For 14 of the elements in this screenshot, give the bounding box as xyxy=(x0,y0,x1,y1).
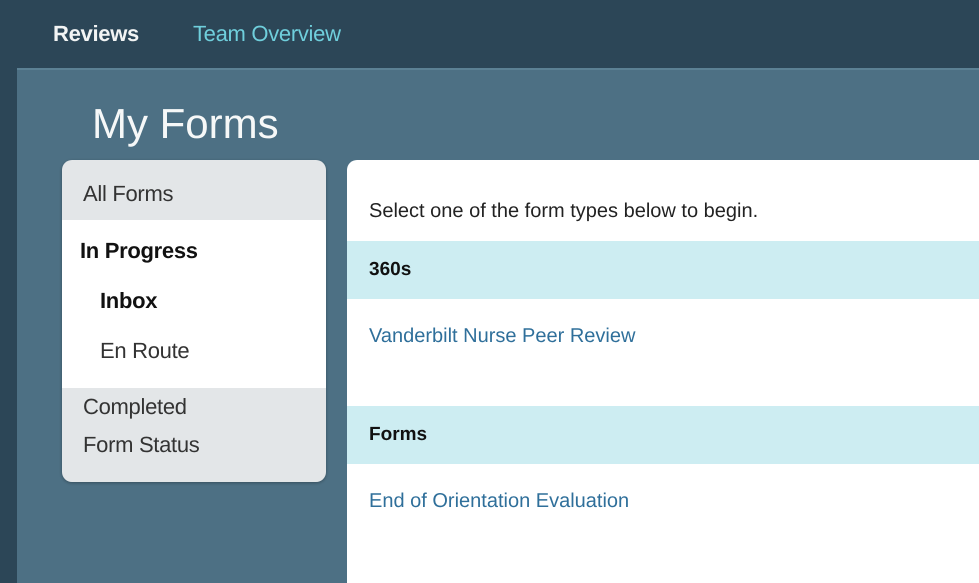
nav-tab[interactable]: Team Overview xyxy=(192,21,341,47)
sidebar-item[interactable]: Inbox xyxy=(62,276,326,326)
sidebar-item[interactable]: In Progress xyxy=(62,226,326,276)
nav-tab[interactable]: Reviews xyxy=(53,21,139,47)
sidebar-item[interactable]: Form Status xyxy=(62,426,326,464)
sidebar-item[interactable]: En Route xyxy=(62,326,326,376)
sidebar-item[interactable]: Completed xyxy=(62,388,326,426)
section-heading: Forms xyxy=(369,424,428,446)
sidebar-item[interactable]: All Forms xyxy=(62,160,326,220)
form-link[interactable]: End of Orientation Evaluation xyxy=(369,490,630,513)
section-heading: 360s xyxy=(369,259,412,281)
page-title: My Forms xyxy=(92,100,279,148)
form-link[interactable]: Vanderbilt Nurse Peer Review xyxy=(369,325,636,348)
intro-text: Select one of the form types below to begin. xyxy=(369,200,760,223)
